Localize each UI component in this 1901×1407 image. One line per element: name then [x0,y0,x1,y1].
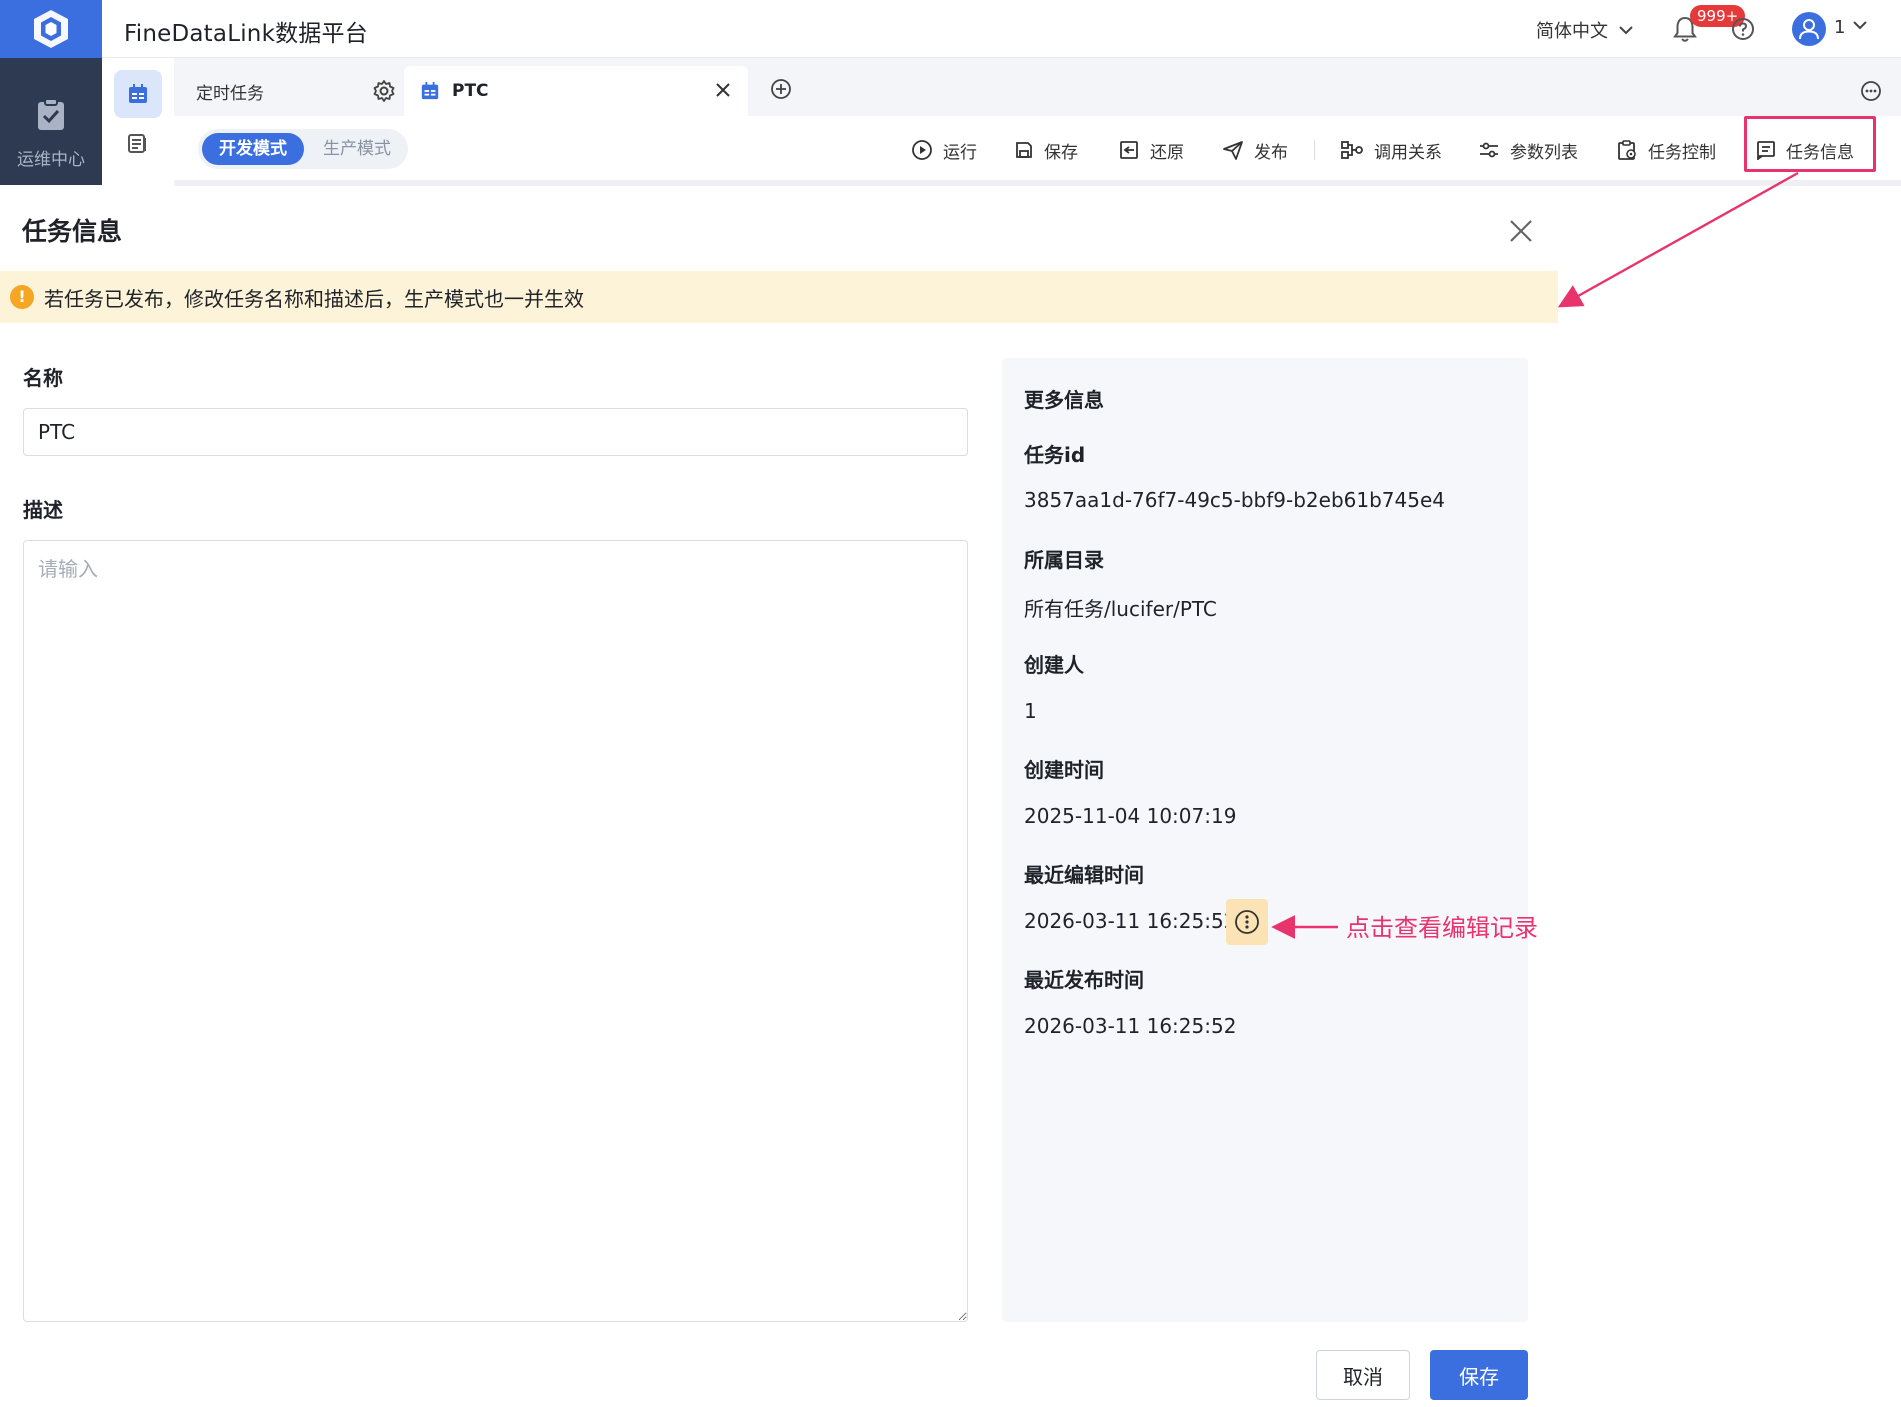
name-input[interactable] [23,408,968,456]
description-textarea[interactable] [23,540,968,1322]
call-relation-button[interactable]: 调用关系 [1340,138,1442,163]
app-logo[interactable] [0,0,102,58]
directory-label: 所属目录 [1024,548,1104,572]
app-title: FineDataLink数据平台 [124,21,368,47]
call-relation-label: 调用关系 [1374,142,1442,163]
edit-history-button[interactable] [1226,899,1268,945]
edited-time-value: 2026-03-11 16:25:52 [1024,909,1237,933]
task-info-highlight-frame [1744,116,1876,172]
published-time-value: 2026-03-11 16:25:52 [1024,1014,1237,1038]
play-icon [912,140,932,160]
created-time-value: 2025-11-04 10:07:19 [1024,804,1237,828]
send-icon [1223,141,1243,160]
tab-ptc[interactable]: PTC [404,66,748,116]
restore-label: 还原 [1150,142,1184,163]
add-tab-icon[interactable] [770,78,792,100]
annotation-text: 点击查看编辑记录 [1346,914,1538,942]
run-label: 运行 [943,142,977,163]
tab-label: 定时任务 [196,83,264,104]
task-control-icon [1618,140,1636,160]
save-label: 保存 [1044,142,1078,163]
publish-label: 发布 [1254,142,1288,163]
sliders-icon [1480,142,1498,158]
user-name[interactable]: 1 [1834,17,1845,38]
task-list-icon[interactable] [126,132,148,154]
chevron-down-icon [1619,26,1633,35]
annotation-arrow-to-panel [1557,171,1799,308]
task-dev-nav[interactable] [114,70,162,118]
warning-notice: ! 若任务已发布，修改任务名称和描述后，生产模式也一并生效 [0,271,1558,323]
restore-button[interactable]: 还原 [1118,138,1184,163]
warning-icon: ! [10,285,34,309]
relation-graph-icon [1341,141,1363,159]
creator-label: 创建人 [1024,653,1084,677]
mode-switch[interactable]: 开发模式 生产模式 [198,129,408,169]
task-id-value: 3857aa1d-76f7-49c5-bbf9-b2eb61b745e4 [1024,488,1446,512]
language-selector[interactable]: 简体中文 [1536,17,1634,43]
name-label: 名称 [23,366,63,390]
dev-mode-toggle[interactable]: 开发模式 [202,133,304,165]
calendar-task-icon [421,81,439,100]
close-icon[interactable] [1508,218,1534,244]
save-icon [1016,142,1032,158]
run-button[interactable]: 运行 [911,138,977,163]
user-avatar[interactable] [1792,12,1826,46]
param-list-button[interactable]: 参数列表 [1478,138,1578,163]
param-list-label: 参数列表 [1510,142,1578,163]
task-id-label: 任务id [1024,443,1086,467]
task-control-label: 任务控制 [1648,142,1716,163]
task-control-button[interactable]: 任务控制 [1616,138,1716,163]
save-button[interactable]: 保存 [1430,1350,1528,1400]
publish-button[interactable]: 发布 [1222,138,1288,163]
ops-center-label: 运维中心 [17,150,85,170]
cube-logo-icon [34,10,68,48]
toolbar-bottom-divider [174,180,1901,186]
more-circle-icon [1235,910,1259,934]
cancel-button[interactable]: 取消 [1316,1350,1410,1400]
top-header: FineDataLink数据平台 简体中文 999+ 1 [0,0,1901,58]
chevron-down-icon[interactable] [1852,20,1868,30]
creator-value: 1 [1024,699,1037,723]
user-avatar-icon [1799,19,1819,40]
restore-icon [1120,141,1138,159]
tab-scheduled-tasks[interactable]: 定时任务 [174,66,400,116]
close-icon[interactable] [714,81,732,99]
language-label: 简体中文 [1536,21,1608,42]
gear-icon[interactable] [372,79,396,103]
more-options-icon[interactable] [1860,80,1882,102]
toolbar-divider [1314,140,1315,160]
modal-title: 任务信息 [22,217,123,246]
calendar-task-icon [129,84,147,103]
created-time-label: 创建时间 [1024,758,1104,782]
published-time-label: 最近发布时间 [1024,968,1144,992]
task-toolbar: 开发模式 生产模式 运行 保存 还原 发布 调用关系 参数列表 任务控制 任务信… [174,116,1901,182]
help-icon[interactable] [1731,17,1755,41]
directory-value: 所有任务/lucifer/PTC [1024,597,1217,621]
edited-time-label: 最近编辑时间 [1024,863,1144,887]
more-info-panel: 更多信息 任务id 3857aa1d-76f7-49c5-bbf9-b2eb61… [1002,358,1528,1322]
description-label: 描述 [23,498,63,522]
tab-label: PTC [452,81,489,101]
more-info-heading: 更多信息 [1024,388,1104,412]
prod-mode-toggle[interactable]: 生产模式 [310,133,404,165]
save-toolbar-button[interactable]: 保存 [1014,138,1078,163]
tab-bar: 定时任务 PTC [174,58,1901,116]
clipboard-check-icon [38,98,64,130]
notice-text: 若任务已发布，修改任务名称和描述后，生产模式也一并生效 [44,286,584,311]
